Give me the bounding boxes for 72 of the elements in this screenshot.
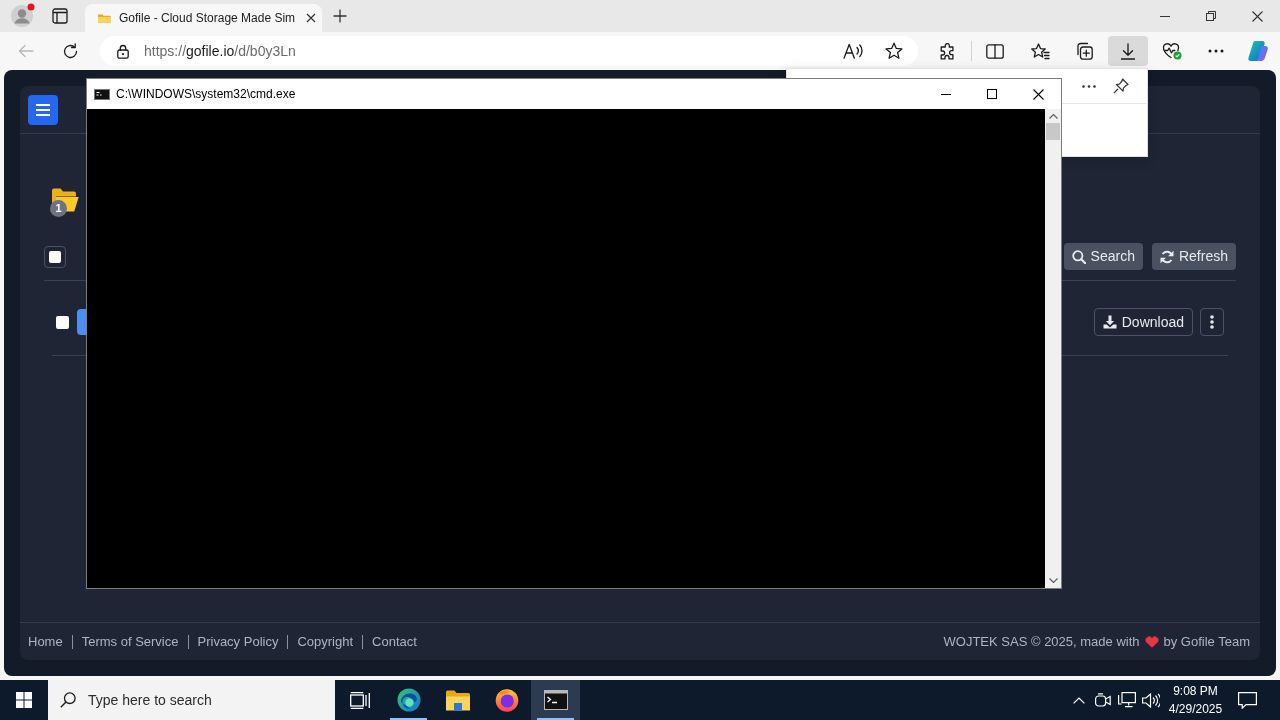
credit-text: by Gofile Team bbox=[1163, 632, 1250, 651]
split-screen-icon[interactable] bbox=[986, 43, 1004, 59]
browser-icon bbox=[396, 688, 421, 712]
window-title: C:\WINDOWS\system32\cmd.exe bbox=[116, 86, 297, 103]
read-aloud-icon[interactable] bbox=[842, 43, 864, 59]
network-icon[interactable] bbox=[1118, 692, 1136, 708]
scroll-thumb[interactable] bbox=[1046, 123, 1060, 140]
tab-actions-icon[interactable] bbox=[52, 8, 68, 24]
speaker-icon[interactable] bbox=[1142, 692, 1160, 708]
heart-pulse-icon[interactable] bbox=[1162, 42, 1182, 60]
more-icon[interactable] bbox=[1208, 49, 1224, 53]
fox-browser-icon bbox=[494, 688, 519, 712]
folder-icon bbox=[445, 689, 470, 711]
collections-icon[interactable] bbox=[1075, 42, 1093, 60]
url-text: https://gofile.io/d/b0y3Ln bbox=[144, 41, 296, 61]
heart-icon bbox=[1144, 635, 1159, 648]
footer-link[interactable]: Privacy Policy bbox=[197, 631, 279, 652]
footer-link[interactable]: Terms of Service bbox=[81, 631, 179, 652]
scroll-down-icon[interactable] bbox=[1048, 578, 1058, 583]
select-all-checkbox[interactable] bbox=[44, 245, 66, 268]
pin-icon[interactable] bbox=[1113, 78, 1129, 94]
browser-tab[interactable]: Gofile - Cloud Storage Made Sim bbox=[85, 4, 322, 32]
menu-icon bbox=[36, 103, 50, 116]
address-bar[interactable]: https://gofile.io/d/b0y3Ln bbox=[100, 36, 918, 66]
search-field[interactable]: Type here to search bbox=[48, 680, 335, 720]
clock-date: 4/29/2025 bbox=[1168, 701, 1223, 718]
maximize-icon[interactable] bbox=[987, 89, 997, 99]
windows-logo-icon[interactable] bbox=[16, 692, 32, 708]
footer-link[interactable]: Home bbox=[28, 631, 63, 652]
lock-icon bbox=[117, 43, 129, 59]
credit-text: WOJTEK SAS © 2025, made with bbox=[943, 632, 1140, 651]
restore-icon[interactable] bbox=[1206, 11, 1216, 21]
terminal-icon bbox=[543, 690, 568, 710]
terminal-icon bbox=[94, 88, 110, 100]
footer-link[interactable]: Copyright bbox=[297, 631, 354, 652]
download-icon bbox=[1120, 42, 1136, 60]
taskbar-app-button[interactable] bbox=[531, 680, 580, 720]
star-icon[interactable] bbox=[885, 42, 903, 60]
downloads-button[interactable] bbox=[1108, 36, 1148, 66]
video-camera-icon[interactable] bbox=[1095, 692, 1111, 708]
chevron-up-icon[interactable] bbox=[1073, 696, 1085, 704]
minimize-icon[interactable] bbox=[941, 93, 951, 95]
footer-link[interactable]: Contact bbox=[372, 631, 417, 652]
close-icon[interactable] bbox=[1251, 10, 1263, 22]
task-view-icon[interactable] bbox=[349, 691, 370, 709]
plus-icon[interactable] bbox=[333, 9, 347, 23]
scroll-up-icon[interactable] bbox=[1048, 114, 1058, 119]
file-checkbox[interactable] bbox=[56, 315, 69, 329]
search-icon bbox=[60, 692, 76, 708]
puzzle-icon[interactable] bbox=[938, 42, 956, 60]
download-icon bbox=[1102, 315, 1117, 329]
download-button[interactable]: Download bbox=[1093, 308, 1193, 336]
minimize-icon[interactable] bbox=[1160, 15, 1170, 17]
sync-icon bbox=[1159, 249, 1174, 264]
more-icon[interactable] bbox=[1082, 84, 1096, 88]
close-icon[interactable] bbox=[1032, 88, 1044, 100]
scrollbar[interactable] bbox=[1045, 109, 1061, 588]
folder-icon bbox=[98, 13, 111, 23]
notification-icon[interactable] bbox=[1237, 691, 1257, 709]
kebab-icon bbox=[1210, 315, 1214, 329]
clock-time: 9:08 PM bbox=[1173, 683, 1218, 700]
avatar-icon[interactable] bbox=[9, 3, 35, 29]
refresh-button[interactable]: Refresh bbox=[1151, 243, 1236, 270]
app-logo-icon[interactable] bbox=[1247, 40, 1269, 62]
refresh-icon[interactable] bbox=[61, 42, 79, 60]
menu-button[interactable] bbox=[28, 94, 58, 125]
search-button[interactable]: Search bbox=[1063, 243, 1143, 270]
count-badge: 1 bbox=[50, 200, 67, 217]
more-options-button[interactable] bbox=[1200, 308, 1224, 336]
favorites-icon[interactable] bbox=[1030, 42, 1050, 60]
close-icon[interactable] bbox=[306, 13, 316, 23]
search-icon bbox=[1071, 249, 1086, 264]
